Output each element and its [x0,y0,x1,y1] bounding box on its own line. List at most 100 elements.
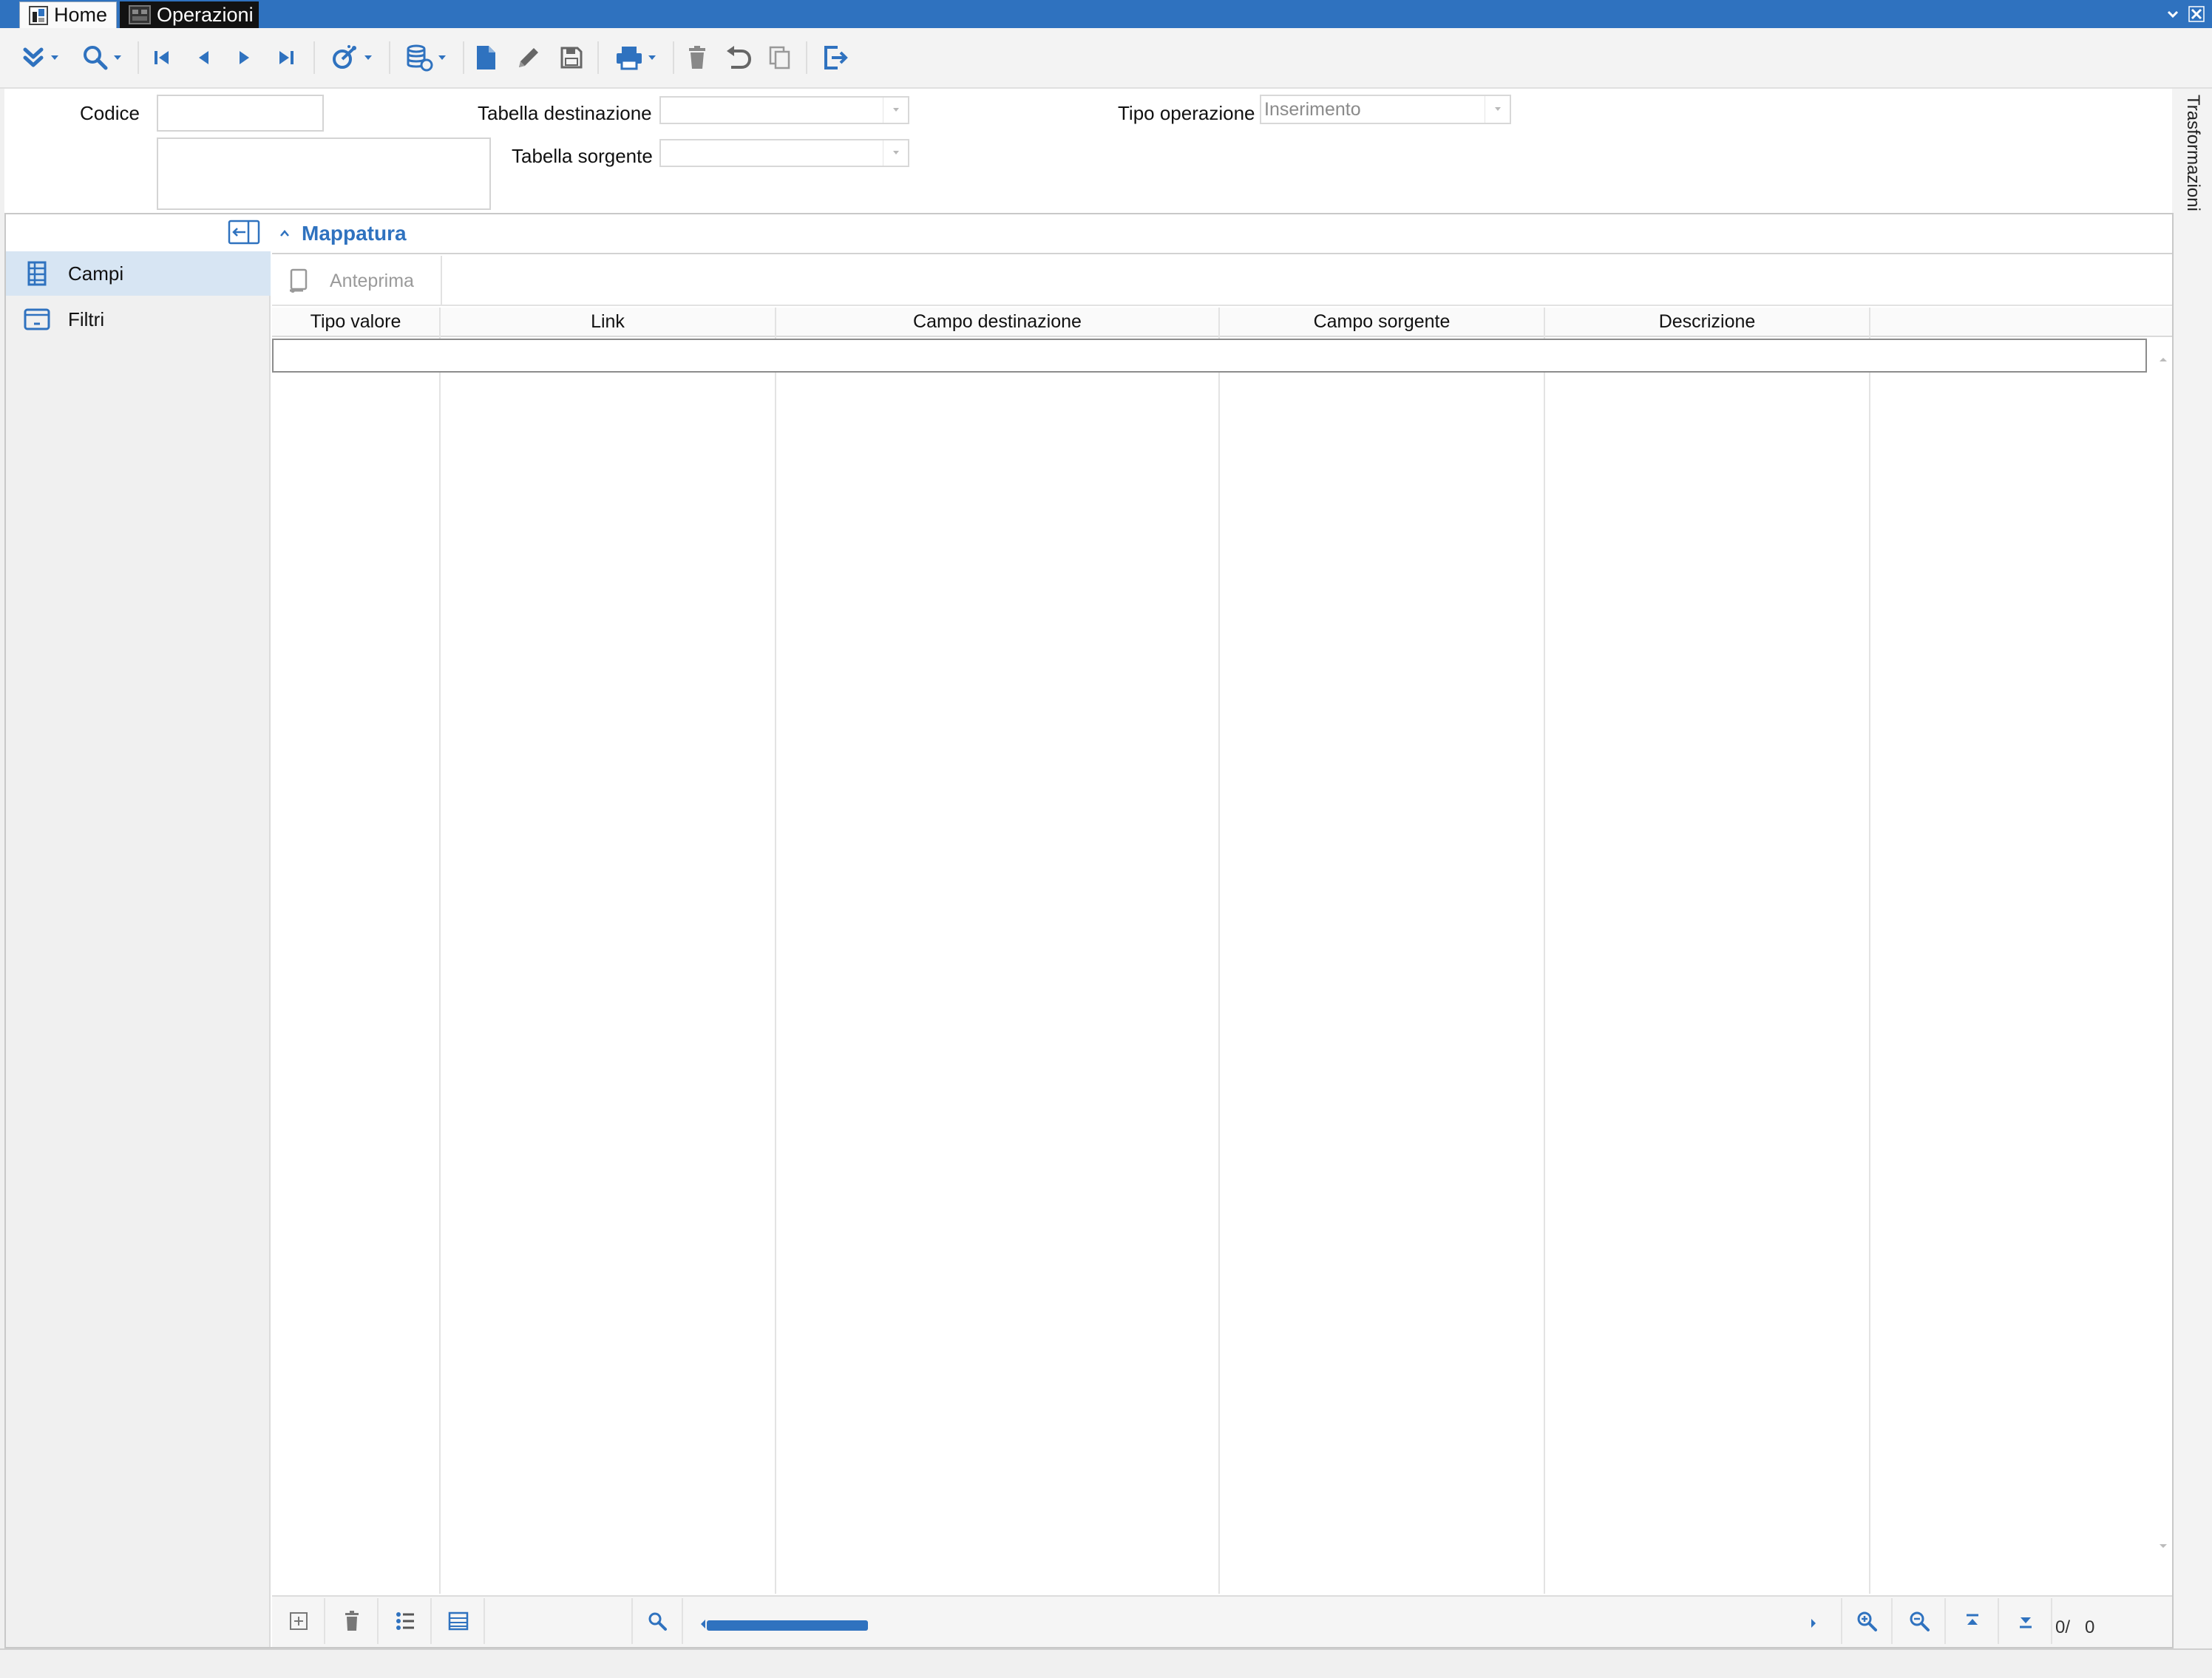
record-count: 0/ 0 [2055,1617,2095,1637]
toolbar-separator [389,41,390,74]
column-header-tipo-valore[interactable]: Tipo valore [272,308,439,337]
window-close-button[interactable] [2185,3,2208,25]
expand-button[interactable] [12,40,68,75]
chevron-down-icon [883,98,908,123]
arrow-to-top-icon [1964,1612,1981,1630]
preview-document-icon [288,268,309,293]
expand-icon [21,45,46,70]
column-divider [775,308,776,1594]
dropdown-arrow-icon [50,55,59,61]
toolbar-separator [597,41,599,74]
column-header-campo-sorgente[interactable]: Campo sorgente [1220,308,1544,337]
save-button[interactable] [553,40,590,75]
column-header-empty[interactable] [1870,308,2172,337]
table-row[interactable] [272,339,2147,373]
operations-icon [129,5,151,24]
dropdown-arrow-icon [648,55,657,61]
nav-item-label: Campi [68,262,124,285]
anteprima-button[interactable]: Anteprima [272,256,442,306]
nav-item-campi[interactable]: Campi [6,251,271,296]
chevron-down-icon [2158,1543,2168,1550]
column-header-label: Link [591,310,625,332]
toolbar-separator [313,41,315,74]
hscroll-left-button[interactable] [699,1618,707,1630]
vscroll-up-button[interactable] [2156,352,2171,367]
section-header-mappatura[interactable]: Mappatura [272,214,2172,254]
tipo-operazione-value: Inserimento [1264,98,1361,120]
window-titlebar [0,0,2212,28]
tipo-operazione-select[interactable]: Inserimento [1260,95,1511,124]
arrow-to-bottom-icon [2017,1612,2035,1630]
edit-button[interactable] [510,40,547,75]
column-header-label: Descrizione [1658,310,1756,332]
grid-search-button[interactable] [631,1598,683,1644]
tabella-sorgente-select[interactable] [659,139,909,167]
new-document-button[interactable] [467,40,504,75]
column-header-label: Campo sorgente [1313,310,1451,332]
tab-operazioni[interactable]: Operazioni [120,1,259,28]
grid-toolbar [272,256,2172,306]
hscroll-track[interactable] [702,1616,1819,1631]
column-header-descrizione[interactable]: Descrizione [1545,308,1869,337]
status-bar [0,1648,2212,1678]
toolbar-separator [806,41,807,74]
hscroll-right-button[interactable] [1810,1617,1817,1629]
print-button[interactable] [605,40,667,75]
chevron-down-icon [2166,7,2179,21]
collapse-panel-icon [228,220,260,245]
column-divider [1544,308,1545,1594]
previous-record-icon [192,47,214,69]
wizard-icon [331,44,359,71]
scroll-bottom-button[interactable] [2001,1598,2052,1644]
copy-button[interactable] [761,40,798,75]
copy-icon [768,45,792,70]
zoom-out-icon [1908,1610,1930,1632]
zoom-in-button[interactable] [1841,1598,1893,1644]
collapse-panel-button[interactable] [226,217,262,247]
tabella-sorgente-label: Tabella sorgente [512,145,653,167]
window-menu-button[interactable] [2162,3,2184,25]
first-record-button[interactable] [143,40,180,75]
chevron-down-icon [883,140,908,166]
chevron-down-icon [1485,96,1510,123]
tab-home[interactable]: Home [19,1,117,28]
vscroll-down-button[interactable] [2156,1539,2171,1554]
detail-view-button[interactable] [433,1598,485,1644]
column-divider [1869,308,1870,1594]
scroll-top-button[interactable] [1947,1598,1999,1644]
side-tab-trasformazioni[interactable]: Trasformazioni [2177,92,2206,217]
exit-button[interactable] [816,40,855,75]
codice-input[interactable] [157,95,324,132]
nav-item-label: Filtri [68,308,105,330]
database-button[interactable] [396,40,455,75]
column-header-link[interactable]: Link [441,308,775,337]
right-side-bar [2172,89,2212,1648]
zoom-out-button[interactable] [1894,1598,1946,1644]
list-view-button[interactable] [380,1598,432,1644]
hscroll-thumb[interactable] [707,1620,868,1631]
dropdown-arrow-icon [438,55,447,61]
delete-button[interactable] [679,40,716,75]
undo-button[interactable] [720,40,757,75]
search-icon [82,44,109,71]
delete-row-button[interactable] [327,1598,379,1644]
last-record-button[interactable] [268,40,305,75]
delete-icon [687,45,708,70]
zoom-in-icon [1856,1610,1878,1632]
column-header-campo-destinazione[interactable]: Campo destinazione [776,308,1218,337]
next-record-button[interactable] [226,40,263,75]
description-textarea[interactable] [157,137,491,210]
save-icon [560,46,583,69]
toolbar-separator [138,41,139,74]
tabella-destinazione-select[interactable] [659,96,909,124]
previous-record-button[interactable] [185,40,222,75]
add-icon [289,1611,308,1631]
left-nav-panel [6,214,271,1647]
exit-icon [823,44,848,71]
nav-item-filtri[interactable]: Filtri [6,297,271,342]
add-row-button[interactable] [274,1598,325,1644]
wizard-button[interactable] [322,40,381,75]
search-button[interactable] [74,40,130,75]
toolbar-separator [673,41,674,74]
tabella-destinazione-label: Tabella destinazione [478,102,652,124]
